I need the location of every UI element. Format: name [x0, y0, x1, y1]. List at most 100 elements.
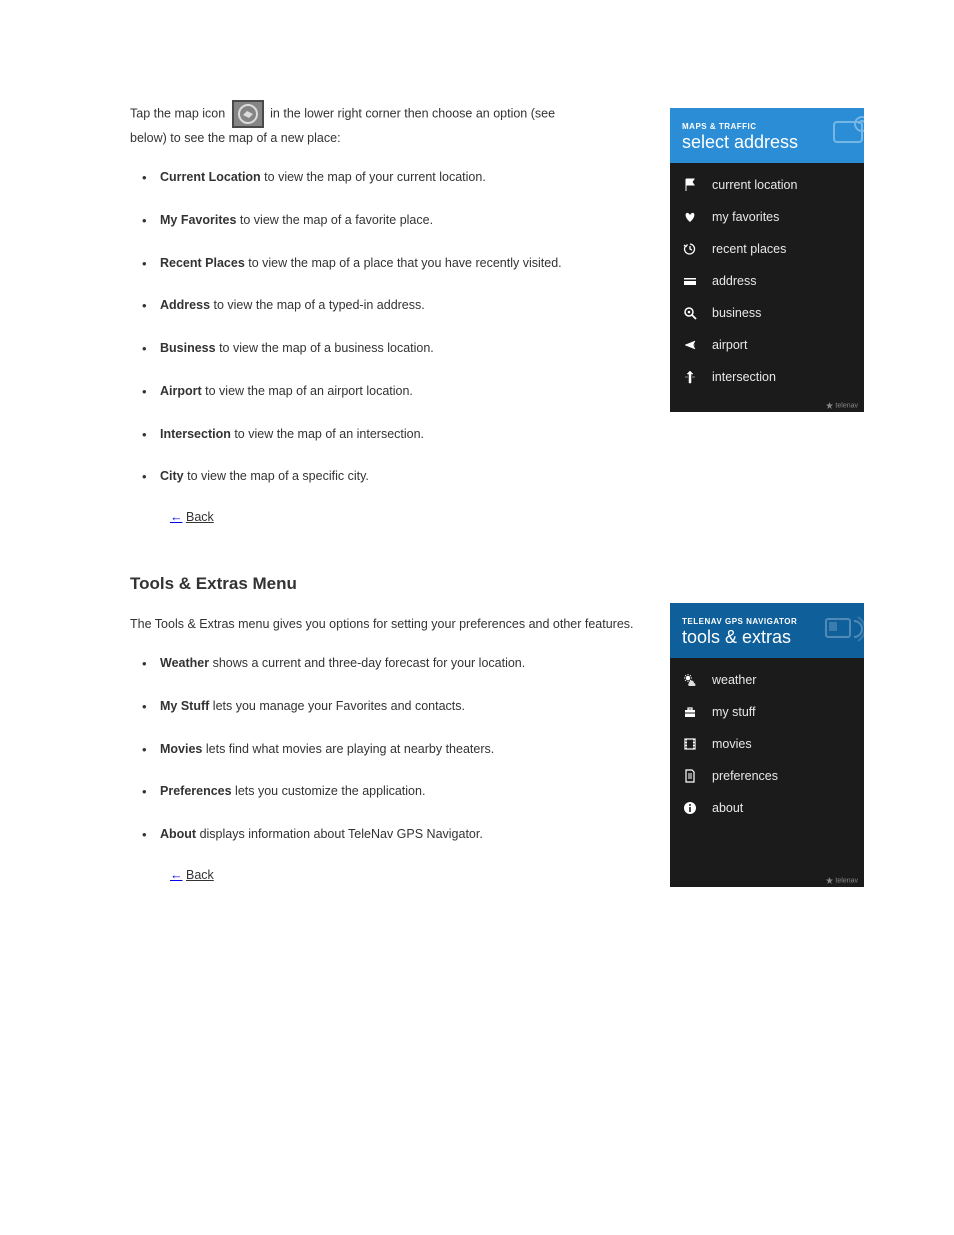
option-desc: lets you customize the application.	[232, 784, 426, 798]
intersection-icon	[682, 369, 698, 385]
list-item: My Stuff lets you manage your Favorites …	[160, 697, 620, 716]
intro-text-prefix: Tap the map icon	[130, 106, 229, 120]
recent-icon	[682, 241, 698, 257]
telenav-logo-icon	[826, 877, 833, 884]
list-item: Address to view the map of a typed-in ad…	[160, 296, 620, 315]
list-item: Preferences lets you customize the appli…	[160, 782, 620, 801]
back-arrow-icon: ←	[170, 510, 183, 524]
menu-item-label: my favorites	[712, 210, 779, 224]
back-link[interactable]: ← Back	[170, 510, 864, 524]
list-item: Business to view the map of a business l…	[160, 339, 620, 358]
menu-item-label: airport	[712, 338, 747, 352]
briefcase-icon	[682, 704, 698, 720]
menu-item-preferences[interactable]: preferences	[670, 760, 864, 792]
back-arrow-icon: ←	[170, 868, 183, 882]
menu-item-intersection[interactable]: intersection	[670, 361, 864, 393]
panel-footer: telenav	[670, 874, 864, 887]
menu-item-my-favorites[interactable]: my favorites	[670, 201, 864, 233]
menu-item-label: recent places	[712, 242, 786, 256]
document-icon	[682, 768, 698, 784]
menu-item-address[interactable]: address	[670, 265, 864, 297]
search-icon	[682, 305, 698, 321]
telenav-logo-icon	[826, 402, 833, 409]
plane-icon	[682, 337, 698, 353]
list-item: City to view the map of a specific city.	[160, 467, 620, 486]
panel-footer: telenav	[670, 399, 864, 412]
option-label: City	[160, 469, 184, 483]
footer-text: telenav	[835, 877, 858, 884]
option-desc: to view the map of your current location…	[261, 170, 486, 184]
option-desc: to view the map of a business location.	[216, 341, 434, 355]
menu-item-label: my stuff	[712, 705, 756, 719]
intro-text-line2: below) to see the map of a new place:	[130, 131, 341, 145]
option-label: Movies	[160, 742, 202, 756]
header-graphic-icon	[822, 609, 864, 658]
option-desc: displays information about TeleNav GPS N…	[196, 827, 483, 841]
list-item: About displays information about TeleNav…	[160, 825, 620, 844]
menu-item-label: address	[712, 274, 756, 288]
panel-list: current location my favorites recent pla…	[670, 163, 864, 399]
panel-header: MAPS & TRAFFIC select address	[670, 108, 864, 163]
option-desc: lets you manage your Favorites and conta…	[209, 699, 465, 713]
menu-item-recent-places[interactable]: recent places	[670, 233, 864, 265]
weather-icon	[682, 672, 698, 688]
menu-item-label: preferences	[712, 769, 778, 783]
screenshot-select-address: MAPS & TRAFFIC select address current lo…	[670, 108, 864, 412]
screenshot-tools-extras: TELENAV GPS NAVIGATOR tools & extras wea…	[670, 603, 864, 887]
menu-item-label: about	[712, 801, 743, 815]
panel-title: select address	[682, 132, 852, 153]
menu-item-movies[interactable]: movies	[670, 728, 864, 760]
menu-item-weather[interactable]: weather	[670, 664, 864, 696]
panel-eyebrow: MAPS & TRAFFIC	[682, 122, 852, 131]
intro-text-suffix: in the lower right corner then choose an…	[270, 106, 555, 120]
option-label: My Stuff	[160, 699, 209, 713]
list-item: Weather shows a current and three-day fo…	[160, 654, 620, 673]
option-label: Current Location	[160, 170, 261, 184]
back-link-text: Back	[186, 868, 214, 882]
info-icon	[682, 800, 698, 816]
list-item: Recent Places to view the map of a place…	[160, 254, 620, 273]
list-item: Intersection to view the map of an inter…	[160, 425, 620, 444]
flag-icon	[682, 177, 698, 193]
option-desc: to view the map of a specific city.	[184, 469, 369, 483]
option-label: My Favorites	[160, 213, 236, 227]
option-desc: to view the map of an intersection.	[231, 427, 424, 441]
menu-item-label: business	[712, 306, 761, 320]
option-desc: shows a current and three-day forecast f…	[209, 656, 525, 670]
menu-item-airport[interactable]: airport	[670, 329, 864, 361]
option-label: Business	[160, 341, 216, 355]
option-label: About	[160, 827, 196, 841]
menu-item-about[interactable]: about	[670, 792, 864, 824]
option-desc: lets find what movies are playing at nea…	[202, 742, 494, 756]
header-graphic-icon	[828, 114, 864, 163]
menu-item-label: weather	[712, 673, 756, 687]
panel-list: weather my stuff movies preferences abou…	[670, 658, 864, 874]
option-label: Recent Places	[160, 256, 245, 270]
list-item: Current Location to view the map of your…	[160, 168, 620, 187]
map-icon	[232, 100, 264, 128]
menu-item-label: intersection	[712, 370, 776, 384]
panel-header: TELENAV GPS NAVIGATOR tools & extras	[670, 603, 864, 658]
option-label: Airport	[160, 384, 202, 398]
option-desc: to view the map of a place that you have…	[245, 256, 562, 270]
menu-item-label: current location	[712, 178, 797, 192]
option-label: Preferences	[160, 784, 232, 798]
menu-item-business[interactable]: business	[670, 297, 864, 329]
menu-item-label: movies	[712, 737, 752, 751]
footer-text: telenav	[835, 402, 858, 409]
option-desc: to view the map of a typed-in address.	[210, 298, 425, 312]
section-heading-tools-extras: Tools & Extras Menu	[130, 574, 864, 594]
heart-icon	[682, 209, 698, 225]
list-item: Movies lets find what movies are playing…	[160, 740, 620, 759]
option-desc: to view the map of a favorite place.	[236, 213, 433, 227]
movie-icon	[682, 736, 698, 752]
option-label: Intersection	[160, 427, 231, 441]
menu-item-current-location[interactable]: current location	[670, 169, 864, 201]
card-icon	[682, 273, 698, 289]
menu-item-my-stuff[interactable]: my stuff	[670, 696, 864, 728]
list-item: Airport to view the map of an airport lo…	[160, 382, 620, 401]
option-desc: to view the map of an airport location.	[202, 384, 413, 398]
option-label: Address	[160, 298, 210, 312]
option-label: Weather	[160, 656, 209, 670]
back-link-text: Back	[186, 510, 214, 524]
